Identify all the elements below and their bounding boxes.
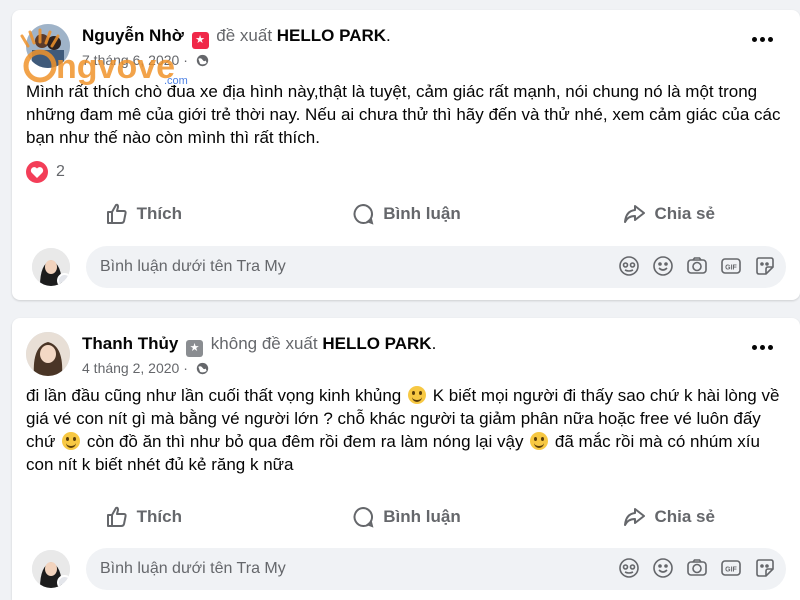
globe-icon bbox=[196, 362, 208, 375]
comment-icon bbox=[353, 203, 374, 225]
header-punct: . bbox=[431, 334, 437, 353]
author-name[interactable]: Thanh Thủy bbox=[82, 334, 178, 353]
share-label: Chia sẻ bbox=[654, 204, 715, 223]
sticker-icon[interactable] bbox=[754, 255, 776, 277]
like-button[interactable]: Thích bbox=[12, 192, 275, 236]
svg-text:GIF: GIF bbox=[725, 567, 737, 574]
reaction-count: 2 bbox=[56, 163, 65, 180]
post-date[interactable]: 7 tháng 6, 2020 · bbox=[82, 52, 188, 68]
heart-icon bbox=[26, 161, 48, 183]
not-recommend-icon: ★ bbox=[186, 340, 204, 357]
review-post: Nguyễn Nhờ ★ đề xuất HELLO PARK. 7 tháng… bbox=[12, 10, 800, 300]
recommend-text: không đề xuất bbox=[210, 334, 318, 353]
like-label: Thích bbox=[136, 507, 182, 526]
more-icon[interactable] bbox=[752, 340, 780, 356]
smile-emoji-icon bbox=[530, 432, 549, 450]
gif-icon[interactable]: GIF bbox=[720, 255, 742, 277]
post-header: Thanh Thủy ★ không đề xuất HELLO PARK. bbox=[82, 334, 436, 357]
recommend-text: đề xuất bbox=[216, 26, 273, 45]
author-avatar[interactable] bbox=[26, 24, 70, 68]
share-button[interactable]: Chia sẻ bbox=[537, 495, 800, 539]
comment-icon bbox=[353, 506, 374, 528]
sticker-icon[interactable] bbox=[754, 557, 776, 579]
post-body-part: đi lần đầu cũng như lần cuối thất vọng k… bbox=[26, 386, 402, 405]
camera-icon[interactable] bbox=[686, 557, 708, 579]
gif-icon[interactable]: GIF bbox=[720, 557, 742, 579]
share-label: Chia sẻ bbox=[654, 507, 715, 526]
author-avatar[interactable] bbox=[26, 332, 70, 376]
more-icon[interactable] bbox=[752, 32, 780, 48]
post-meta: 7 tháng 6, 2020 · bbox=[82, 52, 209, 68]
chevron-down-icon[interactable] bbox=[57, 273, 70, 286]
smile-emoji-icon bbox=[62, 432, 81, 450]
chevron-down-icon[interactable] bbox=[57, 575, 70, 588]
comment-composer: GIF bbox=[26, 548, 786, 592]
avatar-sticker-icon[interactable] bbox=[618, 255, 640, 277]
comment-tools: GIF bbox=[618, 557, 776, 579]
post-actions: Thích Bình luận Chia sẻ bbox=[12, 495, 800, 539]
review-post: Thanh Thủy ★ không đề xuất HELLO PARK. 4… bbox=[12, 318, 800, 600]
post-meta: 4 tháng 2, 2020 · bbox=[82, 360, 209, 376]
like-icon bbox=[106, 203, 127, 224]
post-date[interactable]: 4 tháng 2, 2020 · bbox=[82, 360, 188, 376]
svg-text:GIF: GIF bbox=[725, 265, 737, 272]
like-label: Thích bbox=[136, 204, 182, 223]
smile-emoji-icon bbox=[408, 386, 426, 404]
comment-composer: GIF bbox=[26, 246, 786, 290]
post-header: Nguyễn Nhờ ★ đề xuất HELLO PARK. bbox=[82, 26, 391, 49]
reactions-summary[interactable]: 2 bbox=[26, 160, 65, 184]
avatar-sticker-icon[interactable] bbox=[618, 557, 640, 579]
comment-tools: GIF bbox=[618, 255, 776, 277]
user-avatar[interactable] bbox=[32, 248, 70, 286]
comment-label: Bình luận bbox=[383, 204, 461, 223]
recommend-icon: ★ bbox=[191, 32, 209, 49]
post-actions: Thích Bình luận Chia sẻ bbox=[12, 192, 800, 236]
like-icon bbox=[106, 506, 127, 527]
emoji-icon[interactable] bbox=[652, 557, 674, 579]
user-avatar[interactable] bbox=[32, 550, 70, 588]
camera-icon[interactable] bbox=[686, 255, 708, 277]
page-name[interactable]: HELLO PARK bbox=[322, 334, 431, 353]
post-body-part: còn đồ ăn thì như bỏ qua đêm rồi đem ra … bbox=[86, 432, 524, 451]
author-name[interactable]: Nguyễn Nhờ bbox=[82, 26, 184, 45]
comment-button[interactable]: Bình luận bbox=[275, 495, 538, 539]
comment-label: Bình luận bbox=[383, 507, 461, 526]
page-name[interactable]: HELLO PARK bbox=[277, 26, 386, 45]
post-body: đi lần đầu cũng như lần cuối thất vọng k… bbox=[26, 384, 784, 476]
globe-icon bbox=[196, 54, 208, 67]
share-button[interactable]: Chia sẻ bbox=[537, 192, 800, 236]
like-button[interactable]: Thích bbox=[12, 495, 275, 539]
emoji-icon[interactable] bbox=[652, 255, 674, 277]
post-body: Mình rất thích chò đua xe địa hình này,t… bbox=[26, 82, 781, 147]
comment-button[interactable]: Bình luận bbox=[275, 192, 538, 236]
header-punct: . bbox=[386, 26, 391, 45]
share-icon bbox=[624, 205, 646, 223]
share-icon bbox=[624, 508, 646, 526]
